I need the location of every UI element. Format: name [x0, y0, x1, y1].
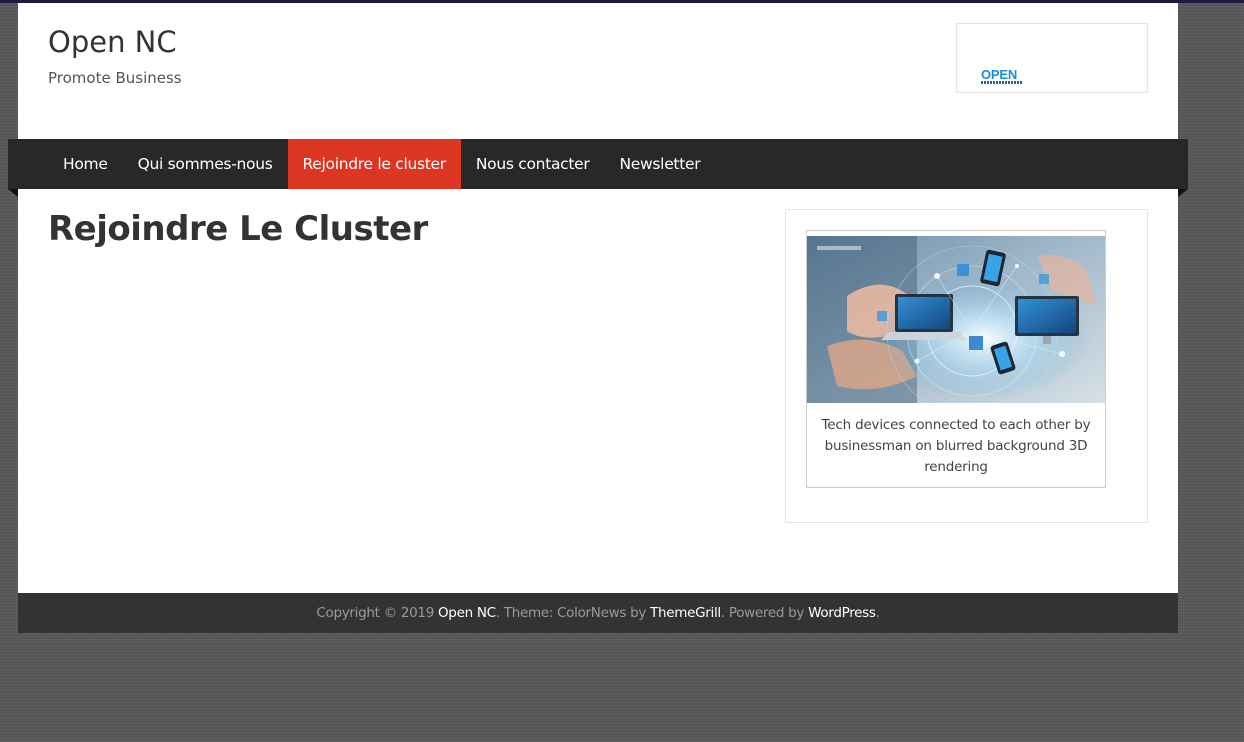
nav-ribbon-fold-left: [8, 189, 18, 197]
site-title[interactable]: Open NC: [48, 25, 177, 59]
footer-copyright: Copyright © 2019 Open NC. Theme: ColorNe…: [18, 593, 1178, 633]
footer-powered-text: . Powered by: [720, 605, 809, 621]
main-navigation: Home Qui sommes-nous Rejoindre le cluste…: [8, 139, 1188, 189]
site-description: Promote Business: [48, 69, 182, 87]
nav-item-newsletter[interactable]: Newsletter: [605, 139, 716, 189]
footer-theme-text: . Theme: ColorNews by: [495, 605, 651, 621]
header-logo-banner[interactable]: OPEN: [956, 23, 1148, 93]
page-container: Open NC Promote Business OPEN Rejoindre …: [18, 3, 1178, 593]
footer-site-link[interactable]: Open NC: [438, 605, 496, 621]
image-figure: Tech devices connected to each other by …: [806, 230, 1106, 488]
footer-themegrill-link[interactable]: ThemeGrill: [650, 605, 721, 621]
sidebar-widget: Tech devices connected to each other by …: [785, 209, 1148, 523]
site-footer: Copyright © 2019 Open NC. Theme: ColorNe…: [18, 593, 1178, 633]
nav-ribbon-fold-right: [1178, 189, 1188, 197]
nav-item-qui-sommes-nous[interactable]: Qui sommes-nous: [123, 139, 288, 189]
nav-item-home[interactable]: Home: [48, 139, 123, 189]
logo-subtitle-decoration: [981, 81, 1023, 84]
logo-image: OPEN: [981, 68, 1023, 88]
image-caption: Tech devices connected to each other by …: [821, 417, 1091, 475]
nav-item-nous-contacter[interactable]: Nous contacter: [461, 139, 605, 189]
logo-text: OPEN: [981, 67, 1018, 82]
footer-end-text: .: [875, 605, 880, 621]
tech-devices-image[interactable]: [807, 236, 1105, 403]
footer-wordpress-link[interactable]: WordPress: [808, 605, 876, 621]
nav-menu: Home Qui sommes-nous Rejoindre le cluste…: [48, 139, 715, 189]
nav-item-rejoindre-le-cluster[interactable]: Rejoindre le cluster: [287, 139, 461, 189]
page-title: Rejoindre Le Cluster: [48, 209, 428, 249]
footer-copyright-text: Copyright © 2019: [316, 605, 438, 621]
